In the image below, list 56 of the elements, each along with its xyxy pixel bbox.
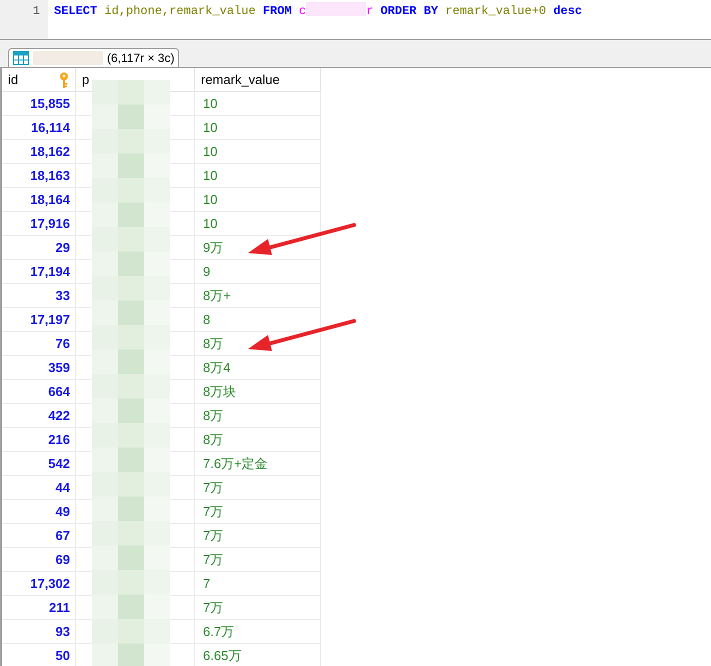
table-cell: 33 [2, 284, 76, 307]
table-cell: 216 [2, 428, 76, 451]
table-cell: 9 [195, 260, 321, 283]
table-cell: 7 [195, 572, 321, 595]
table-cell: 359 [2, 356, 76, 379]
column-header[interactable]: id [8, 70, 18, 90]
table-cell: 44 [2, 476, 76, 499]
table-cell: 50 [2, 644, 76, 666]
table-cell: 18,163 [2, 164, 76, 187]
table-cell: 10 [195, 140, 321, 163]
line-number: 1 [0, 0, 48, 39]
table-cell: 10 [195, 188, 321, 211]
table-cell: 17,916 [2, 212, 76, 235]
table-cell: 18,164 [2, 188, 76, 211]
table-cell: 8万+ [195, 284, 321, 307]
table-cell: 93 [2, 620, 76, 643]
table-cell: 10 [195, 212, 321, 235]
table-cell: 49 [2, 500, 76, 523]
table-cell: 10 [195, 116, 321, 139]
column-header[interactable]: p [82, 70, 90, 90]
sql-query[interactable]: SELECT id,phone,remark_value FROM c r ORDER BY remark_value+0 desc [48, 0, 590, 39]
table-cell: 15,855 [2, 92, 76, 115]
splitter-bar[interactable] [0, 40, 711, 48]
redaction-block [33, 51, 103, 65]
table-cell: 8万 [195, 404, 321, 427]
table-cell: 8万块 [195, 380, 321, 403]
table-cell: 7万 [195, 548, 321, 571]
table-cell: 211 [2, 596, 76, 619]
column-header[interactable]: remark_value [201, 70, 280, 90]
table-cell: 67 [2, 524, 76, 547]
result-tab[interactable]: (6,117r × 3c) [8, 48, 180, 67]
table-cell: 7万 [195, 500, 321, 523]
table-cell: 16,114 [2, 116, 76, 139]
table-icon [13, 51, 29, 65]
tab-summary: (6,117r × 3c) [107, 50, 174, 67]
table-cell: 7万 [195, 476, 321, 499]
table-cell: 542 [2, 452, 76, 475]
table-cell: 7万 [195, 524, 321, 547]
table-cell: 17,197 [2, 308, 76, 331]
table-cell: 6.7万 [195, 620, 321, 643]
table-cell: 18,162 [2, 140, 76, 163]
table-cell: 76 [2, 332, 76, 355]
table-cell: 29 [2, 236, 76, 259]
table-cell: 8万4 [195, 356, 321, 379]
table-cell: 7万 [195, 596, 321, 619]
table-cell: 7.6万+定金 [195, 452, 321, 475]
table-cell: 8万 [195, 428, 321, 451]
table-cell: 422 [2, 404, 76, 427]
table-cell: 10 [195, 92, 321, 115]
table-cell: 10 [195, 164, 321, 187]
table-cell: 8 [195, 308, 321, 331]
table-cell: 664 [2, 380, 76, 403]
table-cell: 69 [2, 548, 76, 571]
table-cell: 6.65万 [195, 644, 321, 666]
table-cell: 17,302 [2, 572, 76, 595]
table-cell: 17,194 [2, 260, 76, 283]
